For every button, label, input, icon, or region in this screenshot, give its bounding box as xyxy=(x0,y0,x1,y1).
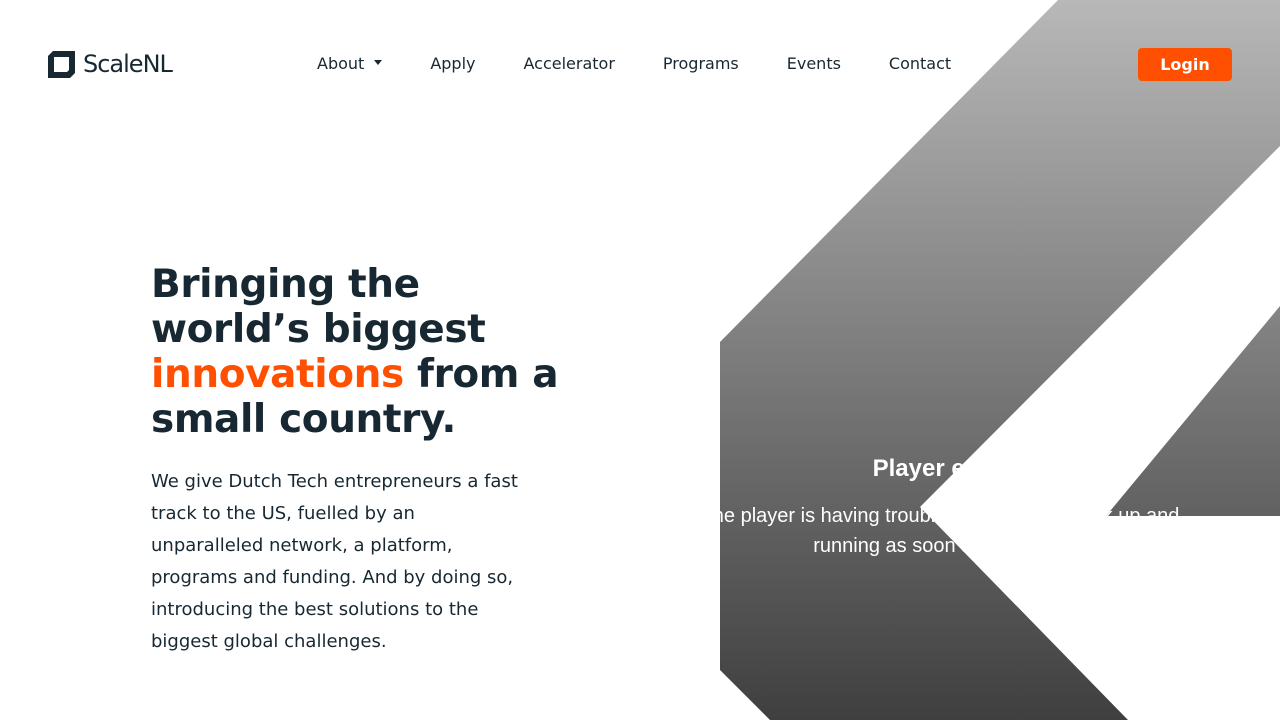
nav-item-apply[interactable]: Apply xyxy=(430,52,475,76)
logo-text: ScaleNL xyxy=(83,50,173,78)
login-button[interactable]: Login xyxy=(1138,48,1232,81)
player-error-message: The player is having trouble. We’ll have… xyxy=(700,505,1180,557)
site-header: ScaleNL About Apply Accelerator Programs… xyxy=(0,0,1280,128)
hero-title-accent: innovations xyxy=(151,352,404,397)
hero-description: We give Dutch Tech entrepreneurs a fast … xyxy=(151,471,518,652)
logo-link[interactable]: ScaleNL xyxy=(48,50,173,78)
nav-item-label: About xyxy=(317,54,365,73)
nav-item-programs[interactable]: Programs xyxy=(663,52,739,76)
nav-item-about[interactable]: About xyxy=(317,52,383,76)
player-error-title: Player error xyxy=(872,455,1008,482)
hero-title-start: Bringing the world’s biggest xyxy=(151,262,486,352)
hero-title: Bringing the world’s biggest innovations… xyxy=(151,262,591,442)
scalenl-logo-icon xyxy=(48,50,75,78)
main-nav: About Apply Accelerator Programs Events … xyxy=(317,52,951,76)
nav-item-accelerator[interactable]: Accelerator xyxy=(523,52,614,76)
nav-item-events[interactable]: Events xyxy=(787,52,841,76)
nav-item-contact[interactable]: Contact xyxy=(889,52,951,76)
chevron-down-icon xyxy=(374,60,383,65)
video-player-error: Player error The player is having troubl… xyxy=(690,455,1190,561)
